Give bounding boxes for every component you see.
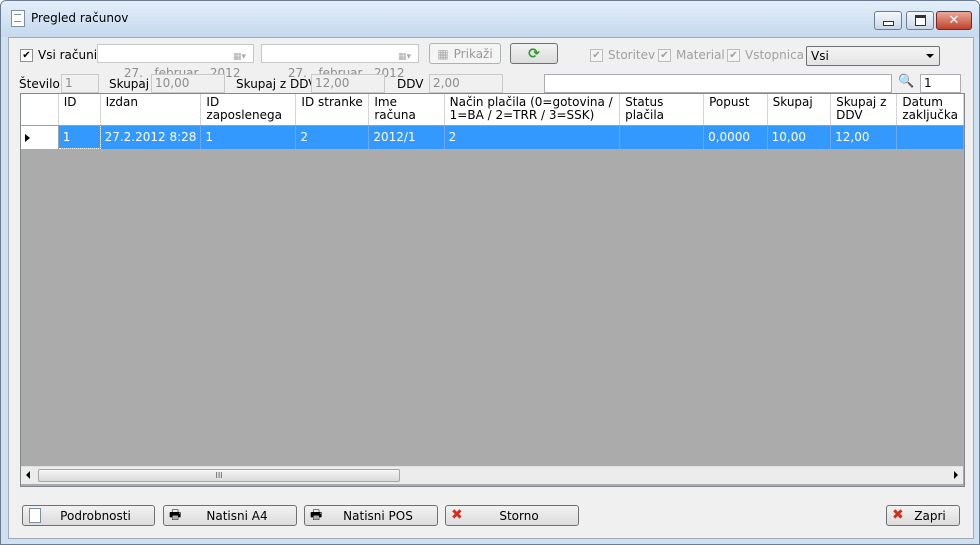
search-count-field[interactable]: 1: [920, 74, 961, 93]
stevilo-field: 1: [61, 74, 99, 93]
date-from-picker[interactable]: 27. februar 2012 ▦▾: [97, 44, 254, 80]
material-checkbox[interactable]: ✔: [658, 49, 671, 62]
current-row-icon: [25, 133, 30, 142]
storno-label: Storno: [499, 508, 539, 523]
type-select-value: Vsi: [811, 49, 829, 63]
search-input[interactable]: [544, 74, 892, 93]
column-header[interactable]: ID stranke: [295, 94, 370, 126]
material-label: Material: [676, 48, 725, 62]
type-select[interactable]: Vsi: [806, 46, 940, 66]
column-header[interactable]: Skupaj z DDV: [830, 94, 898, 126]
scroll-left-icon[interactable]: [26, 471, 30, 479]
column-header[interactable]: Skupaj: [767, 94, 832, 126]
natisni-a4-button[interactable]: 🖶 Natisni A4: [163, 505, 297, 526]
minimize-icon: [882, 21, 894, 26]
podrobnosti-label: Podrobnosti: [60, 508, 131, 523]
column-header[interactable]: Status plačila: [619, 94, 705, 126]
skupaj-ddv-label: Skupaj z DDV: [236, 77, 317, 91]
natisni-pos-label: Natisni POS: [343, 508, 413, 523]
table-cell[interactable]: 10,00: [767, 125, 832, 149]
checkmark-icon: ✔: [22, 49, 31, 61]
close-button[interactable]: ✕: [936, 11, 972, 30]
zapri-label: Zapri: [914, 508, 946, 523]
app-window: Pregled računov ✕ ✔ Vsi računi 27. febru…: [0, 0, 980, 545]
table-cell[interactable]: [896, 125, 964, 149]
horizontal-scrollbar[interactable]: III: [21, 466, 963, 484]
ddv-label: DDV: [397, 77, 424, 91]
ddv-field: 2,00: [429, 74, 503, 93]
natisni-a4-label: Natisni A4: [206, 508, 268, 523]
checkmark-icon: ✔: [660, 49, 669, 61]
vsi-racuni-checkbox[interactable]: ✔: [20, 49, 33, 62]
storno-button[interactable]: ✖ Storno: [445, 505, 579, 526]
table-cell[interactable]: 1: [57, 125, 101, 149]
skupaj-ddv-field: 12,00: [311, 74, 385, 93]
column-header[interactable]: ID zaposlenega: [200, 94, 297, 126]
checkmark-icon: ✔: [729, 49, 738, 61]
title-bar[interactable]: Pregled računov ✕: [1, 1, 979, 37]
storitev-label: Storitev: [608, 48, 656, 62]
column-header[interactable]: ID: [58, 94, 101, 126]
calendar-icon: ▦: [437, 46, 449, 61]
table-cell[interactable]: 1: [200, 125, 297, 149]
row-header-corner: [21, 94, 59, 126]
invoices-grid[interactable]: ID Izdan ID zaposlenega ID stranke Ime r…: [20, 93, 965, 487]
natisni-pos-button[interactable]: 🖶 Natisni POS: [304, 505, 438, 526]
table-cell[interactable]: 2: [444, 125, 621, 149]
column-header[interactable]: Način plačila (0=gotovina / 1=BA / 2=TRR…: [444, 94, 621, 126]
table-cell[interactable]: 0,0000: [703, 125, 768, 149]
table-cell[interactable]: [619, 125, 705, 149]
refresh-button[interactable]: ⟳: [510, 43, 558, 64]
checkmark-icon: ✔: [592, 49, 601, 61]
vsi-racuni-label: Vsi računi: [38, 48, 98, 62]
date-to-picker[interactable]: 27. februar 2012 ▦▾: [261, 44, 419, 80]
storitev-checkbox[interactable]: ✔: [590, 49, 603, 62]
prikazi-button[interactable]: ▦ Prikaži: [429, 43, 501, 64]
close-icon: ✕: [948, 13, 960, 28]
calendar-dropdown-icon: ▦▾: [233, 52, 247, 62]
table-cell[interactable]: 12,00: [830, 125, 898, 149]
column-header[interactable]: Ime računa: [368, 94, 445, 126]
vstopnica-checkbox[interactable]: ✔: [727, 49, 740, 62]
column-header[interactable]: Datum zaključka: [896, 94, 964, 126]
chevron-down-icon: [926, 54, 934, 58]
client-area: ✔ Vsi računi 27. februar 2012 ▦▾ 27. feb…: [8, 37, 974, 539]
calendar-dropdown-icon: ▦▾: [398, 52, 412, 62]
stevilo-label: Število: [19, 77, 60, 91]
column-header[interactable]: Popust: [703, 94, 768, 126]
document-icon: [11, 10, 25, 27]
skupaj-label: Skupaj: [109, 77, 150, 91]
refresh-icon: ⟳: [528, 45, 540, 62]
table-cell[interactable]: 27.2.2012 8:28: [100, 125, 202, 149]
scroll-right-icon[interactable]: [954, 471, 958, 479]
binoculars-icon[interactable]: 🔍: [898, 74, 914, 89]
maximize-icon: [914, 15, 926, 26]
table-cell[interactable]: 2012/1: [368, 125, 445, 149]
skupaj-field: 10,00: [151, 74, 225, 93]
table-cell[interactable]: 2: [295, 125, 370, 149]
minimize-button[interactable]: [874, 11, 902, 30]
window-title: Pregled računov: [31, 11, 129, 25]
invoices-table: ID Izdan ID zaposlenega ID stranke Ime r…: [21, 94, 964, 149]
podrobnosti-button[interactable]: Podrobnosti: [22, 505, 155, 526]
scroll-thumb[interactable]: III: [38, 469, 400, 482]
zapri-button[interactable]: ✖ Zapri: [886, 505, 960, 526]
column-header[interactable]: Izdan: [100, 94, 202, 126]
row-header[interactable]: [21, 125, 59, 149]
vstopnica-label: Vstopnica: [745, 48, 805, 62]
table-row[interactable]: 1 27.2.2012 8:28 1 2 2012/1 2 0,0000 10,…: [21, 125, 964, 149]
maximize-button[interactable]: [906, 11, 934, 30]
prikazi-label: Prikaži: [453, 46, 493, 61]
grid-header-row: ID Izdan ID zaposlenega ID stranke Ime r…: [21, 94, 964, 126]
